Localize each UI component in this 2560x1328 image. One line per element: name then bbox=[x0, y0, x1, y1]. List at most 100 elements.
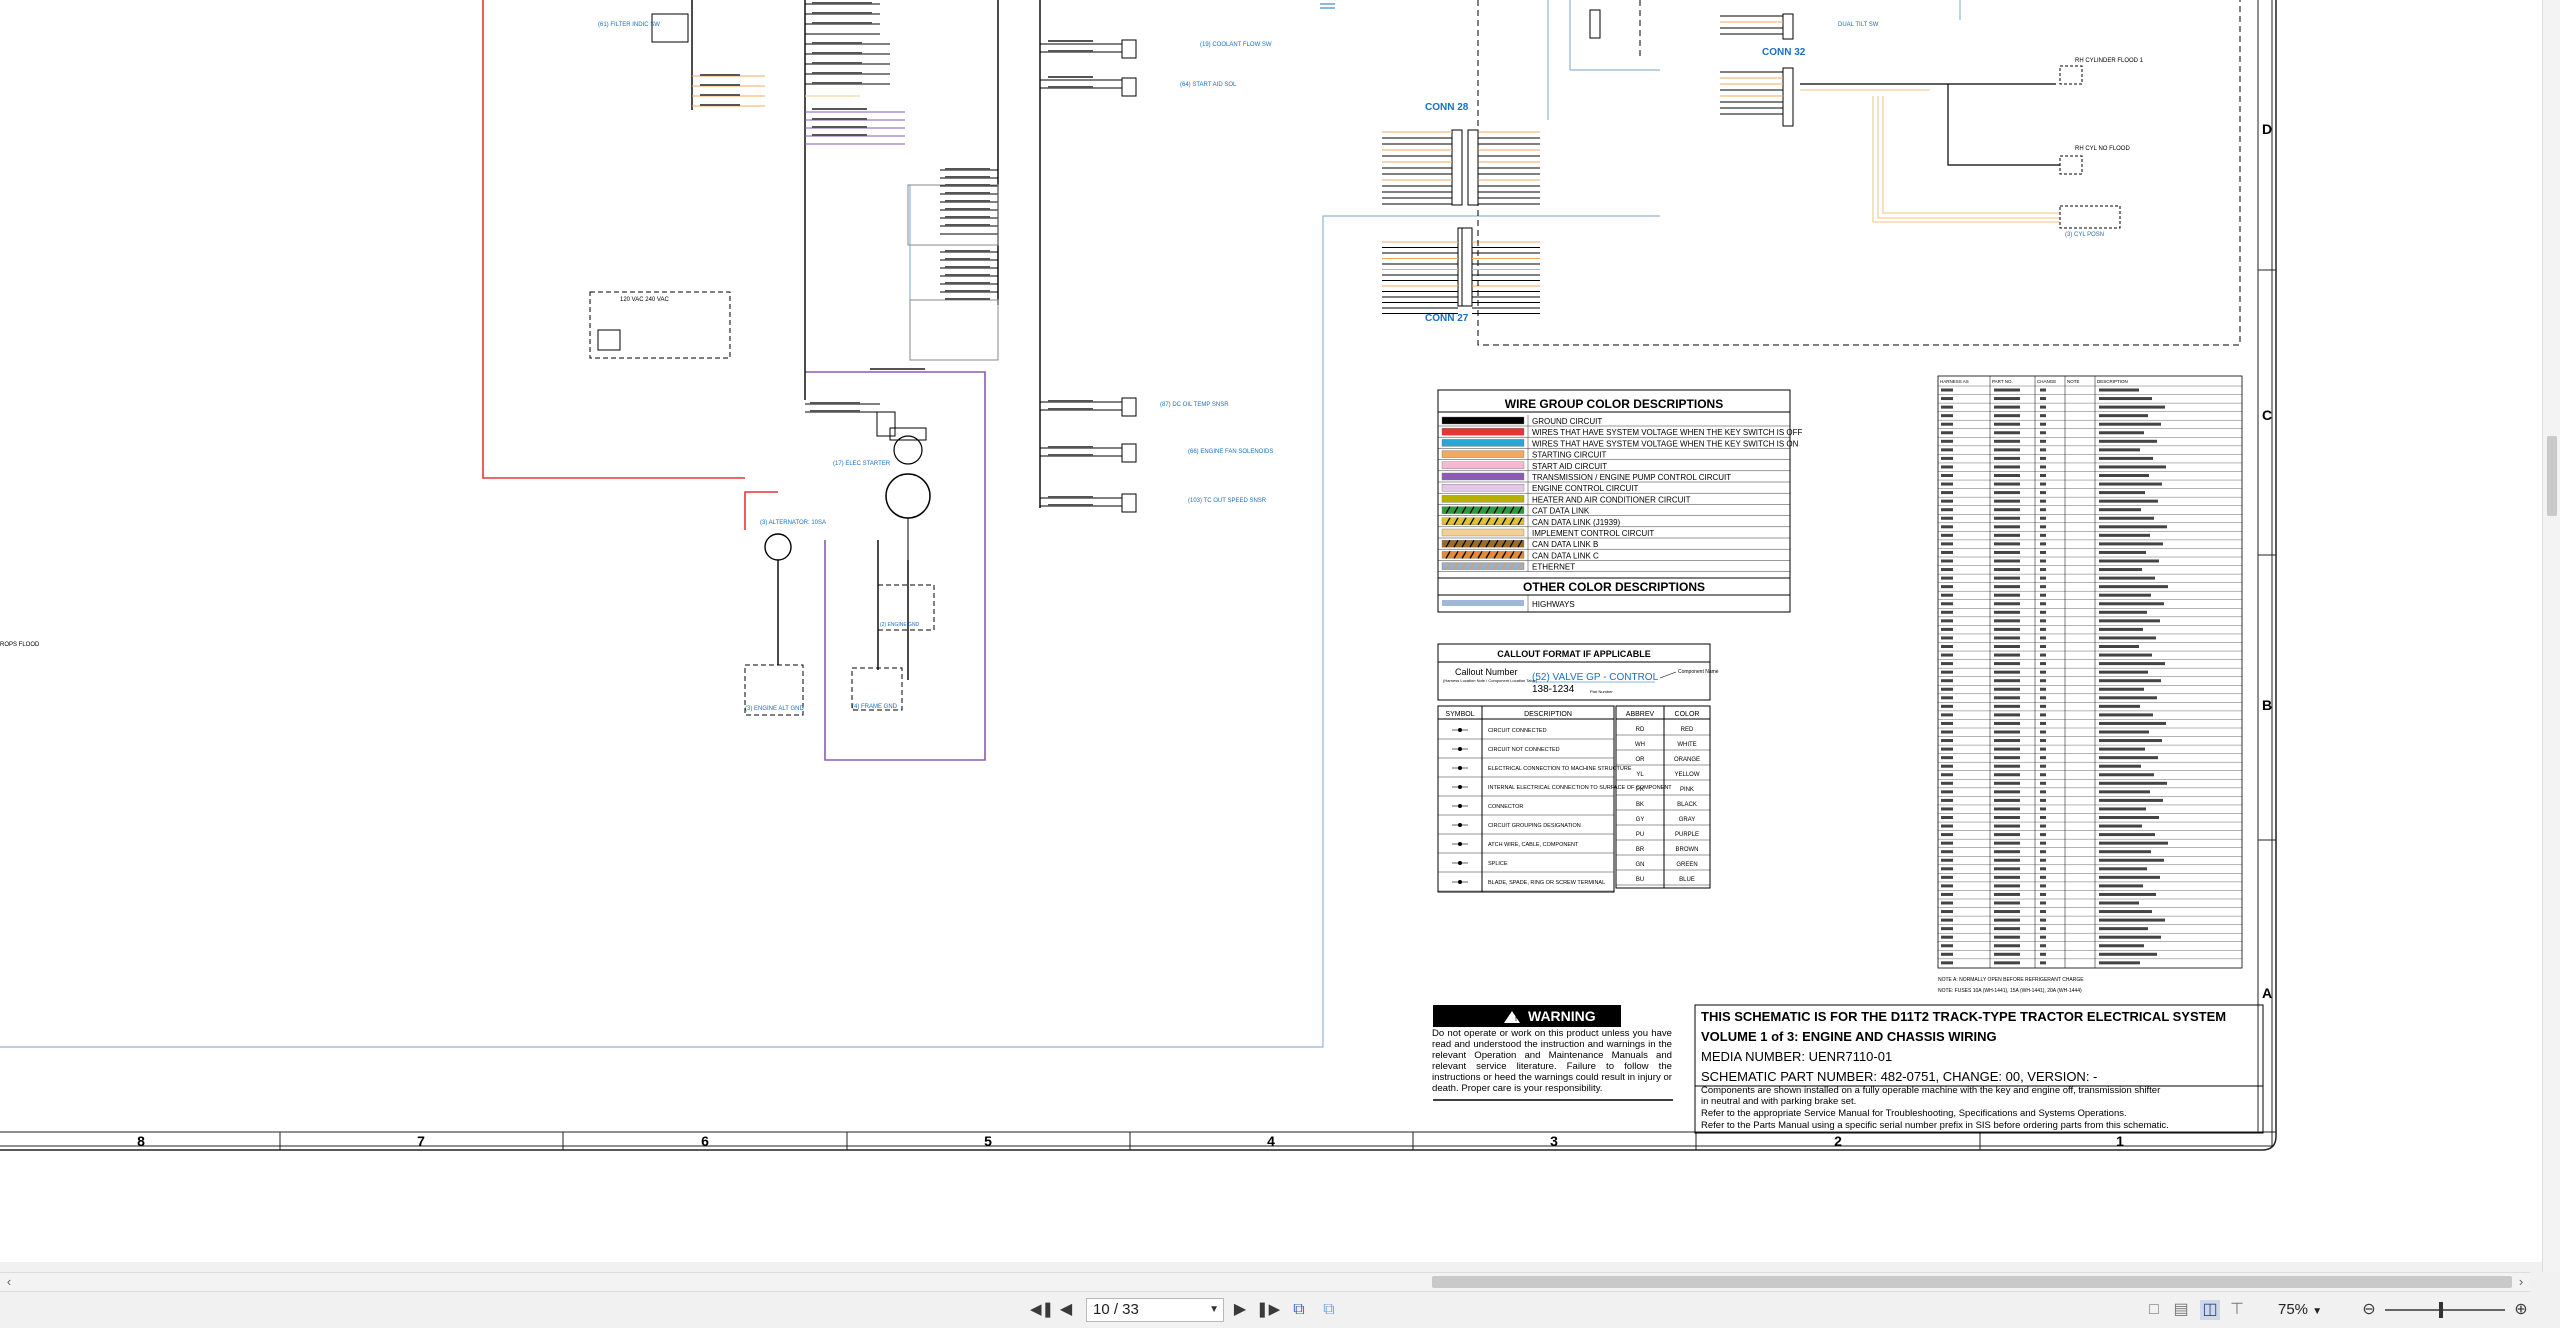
harness-cell-mark bbox=[1941, 875, 1953, 879]
ground-bolt-callout[interactable]: (2) ENGINE GND bbox=[880, 622, 920, 628]
legend-swatch bbox=[1441, 472, 1525, 481]
two-page-view-icon[interactable]: ◫ bbox=[2200, 1300, 2220, 1320]
continuous-view-icon[interactable]: ▤ bbox=[2172, 1300, 2190, 1320]
zoom-out-icon[interactable]: ⊖ bbox=[2360, 1300, 2378, 1320]
harness-cell-mark bbox=[2040, 533, 2046, 537]
zoom-value: 75% bbox=[2278, 1301, 2309, 1318]
harness-cell-mark bbox=[2099, 576, 2155, 580]
harness-cell-mark bbox=[1994, 465, 2020, 469]
abbrev-code: GY bbox=[1636, 817, 1645, 823]
harness-cell-mark bbox=[1994, 798, 2020, 802]
coolant-flow-callout[interactable]: (19) COOLANT FLOW SW bbox=[1200, 42, 1272, 48]
wire-tag-mark bbox=[700, 94, 740, 96]
oil-temp-callout[interactable]: (87) DC OIL TEMP SNSR bbox=[1160, 402, 1229, 408]
harness-cell-mark bbox=[2040, 508, 2046, 512]
harness-cell-mark bbox=[2099, 687, 2144, 691]
harness-cell-mark bbox=[2040, 585, 2046, 589]
component-name-label: Component Name bbox=[1678, 669, 1719, 675]
alt-ground-callout[interactable]: (3) ENGINE ALT GND bbox=[745, 706, 804, 712]
harness-header: DESCRIPTION bbox=[2097, 379, 2128, 384]
alternator-callout[interactable]: (3) ALTERNATOR: 10SA bbox=[760, 520, 826, 526]
harness-cell-mark bbox=[2099, 816, 2159, 819]
harness-cell-mark bbox=[1941, 645, 1953, 648]
zoom-in-icon[interactable]: ⊕ bbox=[2512, 1300, 2530, 1320]
fit-page-icon[interactable]: ⧉ bbox=[1318, 1300, 1340, 1320]
harness-cell-mark bbox=[1941, 465, 1953, 469]
prev-page-icon[interactable]: ◀ bbox=[1058, 1300, 1074, 1320]
legend-label: GROUND CIRCUIT bbox=[1532, 417, 1602, 426]
wire-tag-mark bbox=[1048, 50, 1093, 52]
start-aid-callout[interactable]: (64) START AID SOL bbox=[1180, 82, 1237, 88]
warning-title: WARNING bbox=[1528, 1008, 1596, 1024]
zoom-slider-knob[interactable] bbox=[2439, 1302, 2443, 1318]
next-page-icon[interactable]: ▶ bbox=[1232, 1300, 1248, 1320]
harness-cell-mark bbox=[2040, 841, 2046, 845]
harness-cell-mark bbox=[2099, 884, 2143, 888]
legend-label: CAN DATA LINK B bbox=[1532, 540, 1598, 549]
harness-cell-mark bbox=[1941, 884, 1953, 888]
dual-tilt-callout[interactable]: DUAL TILT SW bbox=[1838, 22, 1879, 28]
dual-page-icon[interactable]: ⧉ bbox=[1288, 1300, 1310, 1320]
conn-32-label[interactable]: CONN 32 bbox=[1762, 47, 1806, 58]
filter-indic-callout[interactable]: (61) FILTER INDIC SW bbox=[598, 22, 660, 28]
scroll-left-icon[interactable]: ‹ bbox=[0, 1273, 18, 1291]
horizontal-scroll-thumb[interactable] bbox=[1432, 1276, 2512, 1288]
chassis-ground-callout[interactable]: (4) FRAME GND bbox=[852, 704, 898, 710]
harness-cell-mark bbox=[2040, 653, 2046, 657]
conn-28-label[interactable]: CONN 28 bbox=[1425, 102, 1469, 113]
zoom-level[interactable]: 75% ▼ bbox=[2278, 1300, 2322, 1322]
first-page-icon[interactable]: ◀❚ bbox=[1030, 1300, 1054, 1320]
harness-cell-mark bbox=[1941, 414, 1953, 418]
legend-row: CAT DATA LINK bbox=[1438, 504, 1790, 516]
conn-27-label[interactable]: CONN 27 bbox=[1425, 313, 1469, 324]
harness-cell-mark bbox=[2040, 713, 2046, 717]
harness-cell-mark bbox=[1941, 833, 1953, 837]
cyl-position-callout[interactable]: (3) CYL POSN bbox=[2065, 232, 2104, 238]
harness-cell-mark bbox=[2040, 739, 2046, 743]
legend-label: IMPLEMENT CONTROL CIRCUIT bbox=[1532, 529, 1654, 538]
page-number-field[interactable]: 10 / 33 ▼ bbox=[1086, 1298, 1224, 1322]
harness-cell-mark bbox=[2040, 935, 2046, 939]
harness-cell-mark bbox=[1941, 499, 1953, 503]
harness-cell-mark bbox=[1941, 627, 1953, 631]
harness-cell-mark bbox=[1941, 927, 1953, 931]
horizontal-scrollbar[interactable]: ‹ › bbox=[0, 1272, 2530, 1292]
harness-cell-mark bbox=[1994, 662, 2020, 666]
page-number-value: 10 / 33 bbox=[1093, 1301, 1139, 1318]
harness-cell-mark bbox=[2099, 850, 2151, 854]
vertical-scrollbar[interactable] bbox=[2542, 0, 2560, 1272]
legend-row: ENGINE CONTROL CIRCUIT bbox=[1438, 482, 1790, 494]
scroll-right-icon[interactable]: › bbox=[2512, 1273, 2530, 1291]
trans-speed-callout[interactable]: (103) TC OUT SPEED SNSR bbox=[1188, 498, 1267, 504]
last-page-icon[interactable]: ❚▶ bbox=[1256, 1300, 1280, 1320]
facing-view-icon[interactable]: ⊤ bbox=[2228, 1300, 2246, 1320]
page-dropdown-icon[interactable]: ▼ bbox=[1209, 1299, 1219, 1321]
harness-cell-mark bbox=[2040, 542, 2046, 546]
legend-row: TRANSMISSION / ENGINE PUMP CONTROL CIRCU… bbox=[1438, 471, 1790, 483]
harness-cell-mark bbox=[2040, 764, 2046, 768]
harness-header: HARNESS AS bbox=[1940, 379, 1969, 384]
zoom-slider[interactable] bbox=[2385, 1309, 2505, 1311]
harness-cell-mark bbox=[2040, 422, 2046, 426]
harness-cell-mark bbox=[1994, 739, 2020, 743]
legend-label: WIRES THAT HAVE SYSTEM VOLTAGE WHEN THE … bbox=[1532, 428, 1803, 437]
harness-cell-mark bbox=[1994, 875, 2020, 879]
harness-cell-mark bbox=[2040, 790, 2046, 794]
grid-column-label: 5 bbox=[984, 1133, 992, 1149]
harness-cell-mark bbox=[1941, 850, 1953, 854]
zoom-dropdown-icon[interactable]: ▼ bbox=[2312, 1306, 2322, 1317]
vertical-scroll-thumb[interactable] bbox=[2547, 436, 2557, 516]
legend-row: CAN DATA LINK B bbox=[1438, 538, 1790, 550]
harness-cell-mark bbox=[1994, 952, 2020, 956]
harness-cell-mark bbox=[1941, 696, 1953, 700]
starter-callout[interactable]: (17) ELEC STARTER bbox=[833, 461, 891, 467]
wire-tag-mark bbox=[700, 74, 740, 76]
single-page-view-icon[interactable]: □ bbox=[2145, 1300, 2163, 1320]
cylinder-flood-label: RH CYLINDER FLOOD 1 bbox=[2075, 58, 2144, 64]
symbol-description: CIRCUIT CONNECTED bbox=[1488, 728, 1547, 734]
harness-cell-mark bbox=[2040, 593, 2046, 597]
harness-cell-mark bbox=[2040, 910, 2046, 914]
harness-cell-mark bbox=[1994, 627, 2020, 631]
harness-cell-mark bbox=[1941, 935, 1953, 939]
fan-solenoid-callout[interactable]: (66) ENGINE FAN SOLENOIDS bbox=[1188, 449, 1273, 455]
